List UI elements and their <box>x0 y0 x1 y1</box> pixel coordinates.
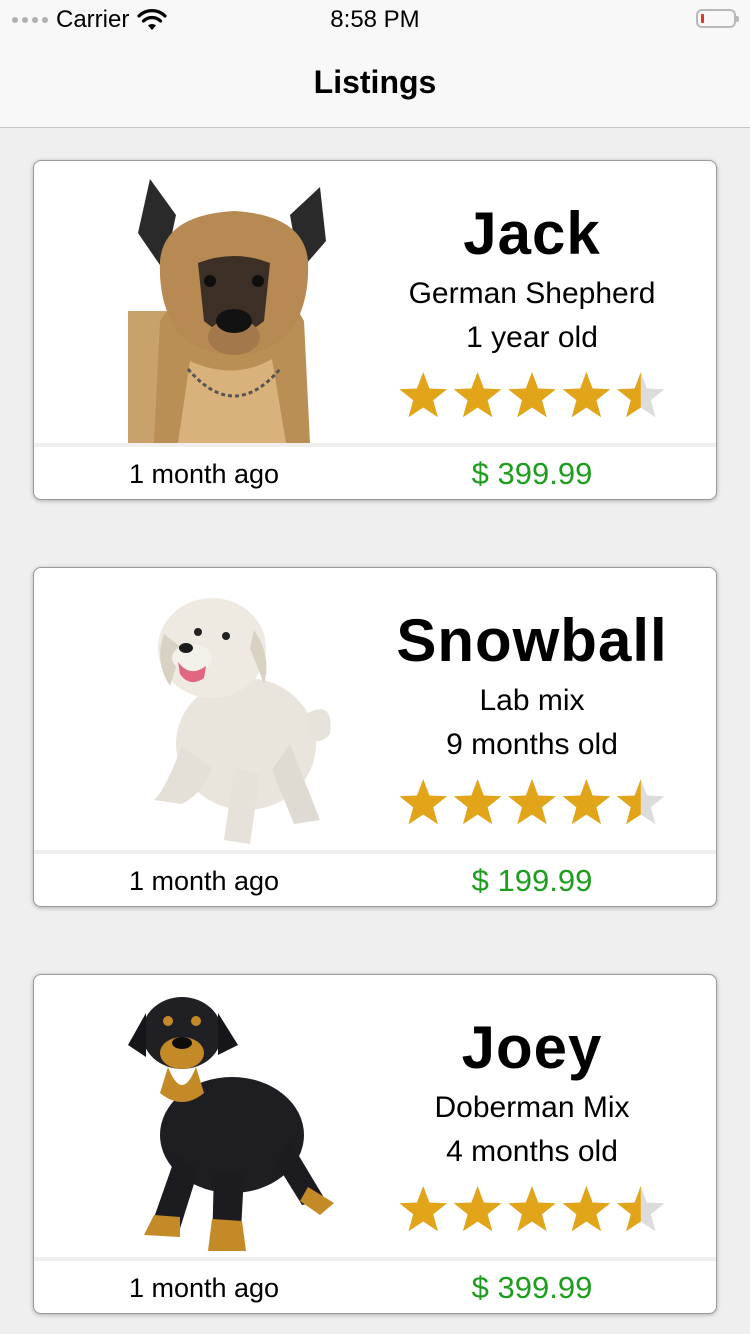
star-icon <box>617 1186 665 1232</box>
pet-name: Snowball <box>396 607 668 674</box>
listing-card-joey[interactable]: Joey Doberman Mix 4 months old 1 month a… <box>33 974 717 1314</box>
star-rating <box>399 1186 665 1232</box>
posted-time: 1 month ago <box>128 459 280 489</box>
price-label: $ 199.99 <box>471 863 593 898</box>
star-icon <box>399 372 447 418</box>
posted-time: 1 month ago <box>128 1273 280 1303</box>
pet-breed: German Shepherd <box>408 277 656 310</box>
star-rating <box>399 372 665 418</box>
page-title: Listings <box>313 64 437 100</box>
star-icon <box>562 372 611 418</box>
pet-age: 9 months old <box>446 728 618 761</box>
pet-age: 1 year old <box>466 321 598 354</box>
star-icon <box>508 372 556 418</box>
navigation-bar: Listings <box>0 40 750 128</box>
card-divider <box>34 443 716 447</box>
german-shepherd-photo <box>128 179 326 443</box>
price-label: $ 399.99 <box>471 1270 593 1305</box>
status-bar: Carrier 8:58 PM <box>0 0 750 40</box>
status-time: 8:58 PM <box>330 6 420 33</box>
doberman-puppy-photo <box>128 997 334 1251</box>
pet-breed: Lab mix <box>479 684 585 717</box>
star-icon <box>453 1186 502 1232</box>
pet-name: Jack <box>463 200 601 267</box>
pet-breed: Doberman Mix <box>434 1091 630 1124</box>
star-icon <box>562 779 611 825</box>
star-rating <box>399 779 665 825</box>
posted-time: 1 month ago <box>128 866 280 896</box>
star-icon <box>399 779 447 825</box>
white-puppy-photo <box>154 598 331 844</box>
pet-name: Joey <box>461 1014 603 1081</box>
star-icon <box>453 372 502 418</box>
price-label: $ 399.99 <box>471 456 593 491</box>
star-icon <box>562 1186 611 1232</box>
star-icon <box>617 372 665 418</box>
listing-card-snowball[interactable]: Snowball Lab mix 9 months old 1 month ag… <box>33 567 717 907</box>
card-divider <box>34 1257 716 1261</box>
pet-age: 4 months old <box>446 1135 618 1168</box>
star-icon <box>508 779 556 825</box>
star-icon <box>399 1186 447 1232</box>
listing-card-jack[interactable]: Jack German Shepherd 1 year old 1 month … <box>33 160 717 500</box>
card-divider <box>34 850 716 854</box>
star-icon <box>508 1186 556 1232</box>
star-icon <box>453 779 502 825</box>
battery-low-icon <box>696 9 739 28</box>
star-icon <box>617 779 665 825</box>
